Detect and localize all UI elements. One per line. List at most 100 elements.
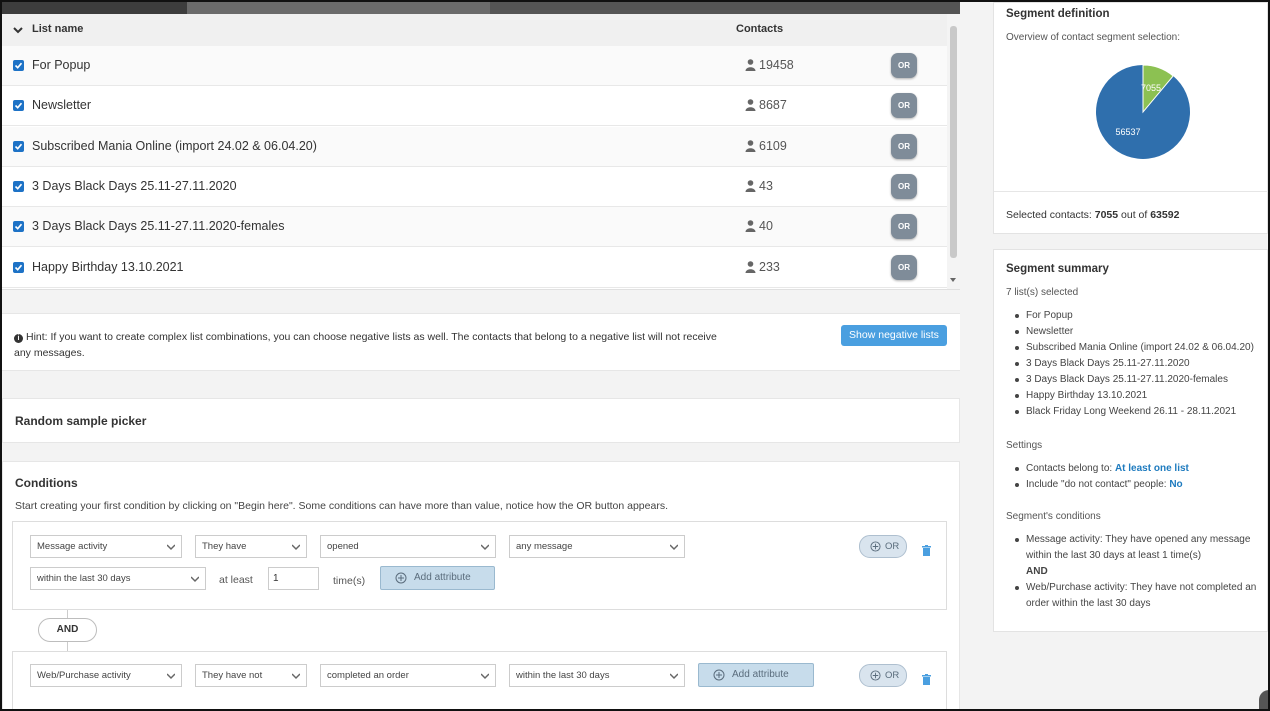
chevron-down-icon: [167, 544, 175, 551]
condition-action-select[interactable]: opened: [320, 535, 496, 558]
segment-conditions-list: Message activity: They have opened any m…: [1014, 532, 1266, 612]
chevron-down-icon: [481, 544, 489, 551]
list-checkbox[interactable]: [13, 60, 24, 71]
segment-definition-title: Segment definition: [1006, 8, 1110, 20]
check-icon: [14, 223, 23, 231]
list-checkbox[interactable]: [13, 261, 24, 273]
check-icon: [14, 62, 23, 69]
list-checkbox[interactable]: [13, 140, 24, 152]
selected-contacts-text: Selected contacts: 7055 out of 63592: [1006, 209, 1180, 221]
hint-text: i Hint: If you want to create complex lis…: [14, 331, 717, 359]
selected-list-item: 3 Days Black Days 25.11-27.11.2020-femal…: [1014, 372, 1254, 388]
condition-verb-select[interactable]: They have: [195, 535, 307, 558]
selected-list-item: 3 Days Black Days 25.11-27.11.2020: [1014, 356, 1254, 372]
selected-list-item: Black Friday Long Weekend 26.11 - 28.11.…: [1014, 404, 1254, 420]
or-button[interactable]: OR: [891, 214, 917, 240]
chevron-down-icon: [670, 544, 678, 551]
or-button[interactable]: OR: [891, 254, 917, 280]
list-row[interactable]: 3 Days Black Days 25.11-27.11.2020-femal…: [2, 207, 947, 248]
selected-list-item: Subscribed Mania Online (import 24.02 & …: [1014, 340, 1254, 356]
list-checkbox[interactable]: [13, 221, 24, 233]
check-icon: [14, 102, 23, 110]
add-attribute-button-2[interactable]: Add attribute: [698, 663, 814, 687]
list-row[interactable]: Subscribed Mania Online (import 24.02 & …: [2, 126, 947, 167]
conditions-subtitle: Start creating your first condition by c…: [15, 500, 668, 512]
connector-line: [67, 642, 68, 651]
person-icon: [745, 59, 756, 71]
or-button[interactable]: OR: [891, 133, 917, 159]
connector-line: [67, 610, 68, 618]
contact-count: 43: [759, 178, 773, 193]
check-icon: [14, 264, 23, 271]
plus-circle-icon: [870, 670, 881, 681]
list-row[interactable]: For Popup 19458 OR: [2, 46, 947, 86]
person-icon: [745, 260, 756, 273]
add-attribute-button[interactable]: Add attribute: [380, 566, 495, 590]
list-row[interactable]: Happy Birthday 13.10.2021 233 OR: [2, 248, 947, 288]
show-negative-lists-button[interactable]: Show negative lists: [841, 325, 947, 346]
info-icon: i: [14, 334, 23, 343]
selected-list-item: For Popup: [1014, 308, 1254, 324]
trash-icon[interactable]: [922, 545, 931, 556]
segment-summary-title: Segment summary: [1006, 263, 1109, 275]
condition-target-select[interactable]: any message: [509, 535, 685, 558]
random-sample-picker-section[interactable]: Random sample picker: [2, 398, 960, 443]
or-button[interactable]: OR: [891, 93, 917, 119]
condition-2-action-select[interactable]: completed an order: [320, 664, 496, 687]
plus-circle-icon: [713, 669, 725, 681]
negative-lists-hint: i Hint: If you want to create complex lis…: [2, 313, 960, 371]
segment-pie-chart: 7055 56537: [1096, 64, 1190, 159]
list-scrollbar[interactable]: [947, 14, 960, 289]
times-label: time(s): [333, 575, 366, 587]
and-connector-button[interactable]: AND: [38, 618, 97, 642]
list-table-header: List name Contacts: [2, 14, 947, 46]
condition-period-select[interactable]: within the last 30 days: [30, 567, 206, 590]
condition-2-or-button[interactable]: OR: [859, 664, 907, 687]
person-icon: [745, 99, 756, 112]
times-input[interactable]: 1: [268, 567, 319, 590]
condition-2-verb-select[interactable]: They have not: [195, 664, 307, 687]
trash-icon[interactable]: [922, 674, 931, 685]
chevron-down-icon: [292, 544, 300, 551]
column-header-list-name[interactable]: List name: [32, 23, 83, 35]
list-name: 3 Days Black Days 25.11-27.11.2020: [32, 178, 237, 193]
plus-circle-icon: [870, 541, 881, 552]
person-icon: [745, 220, 756, 233]
condition-2-period-select[interactable]: within the last 30 days: [509, 664, 685, 687]
list-table: List name Contacts For Popup 19458 OR Newsl…: [2, 14, 960, 290]
scroll-corner: [1259, 690, 1270, 710]
random-sample-title: Random sample picker: [15, 414, 147, 428]
setting-include-dnc: Include "do not contact" people: No: [1014, 477, 1189, 493]
chevron-down-icon: [292, 673, 300, 680]
list-row[interactable]: 3 Days Black Days 25.11-27.11.2020 43 OR: [2, 167, 947, 207]
contact-count: 6109: [759, 138, 787, 153]
list-checkbox[interactable]: [13, 180, 24, 192]
condition-1-or-button[interactable]: OR: [859, 535, 907, 558]
segment-definition-card: Segment definition Overview of contact s…: [993, 2, 1269, 234]
settings-list: Contacts belong to: At least one list In…: [1014, 461, 1189, 493]
settings-title: Settings: [1006, 440, 1043, 451]
lists-selected-count: 7 list(s) selected: [1006, 287, 1079, 298]
chevron-down-icon[interactable]: [12, 24, 24, 36]
person-icon: [745, 180, 756, 192]
or-button[interactable]: OR: [891, 53, 917, 78]
chevron-down-icon: [481, 673, 489, 680]
list-name: 3 Days Black Days 25.11-27.11.2020-femal…: [32, 219, 285, 234]
person-icon: [745, 139, 756, 152]
list-row[interactable]: Newsletter 8687 OR: [2, 86, 947, 127]
scroll-down-arrow-icon[interactable]: [950, 278, 956, 282]
at-least-label: at least: [219, 574, 253, 586]
or-button[interactable]: OR: [891, 173, 917, 199]
list-checkbox[interactable]: [13, 100, 24, 112]
condition-2-type-select[interactable]: Web/Purchase activity: [30, 664, 182, 687]
column-header-contacts[interactable]: Contacts: [736, 23, 783, 35]
chevron-down-icon: [670, 673, 678, 680]
top-tab-bar: [2, 2, 960, 14]
condition-type-select[interactable]: Message activity: [30, 535, 182, 558]
contact-count: 233: [759, 259, 780, 274]
contact-count: 8687: [759, 98, 787, 113]
scrollbar-thumb[interactable]: [950, 26, 957, 258]
setting-contacts-belong: Contacts belong to: At least one list: [1014, 461, 1189, 477]
list-name: Subscribed Mania Online (import 24.02 & …: [32, 138, 317, 153]
contact-count: 19458: [759, 58, 794, 72]
